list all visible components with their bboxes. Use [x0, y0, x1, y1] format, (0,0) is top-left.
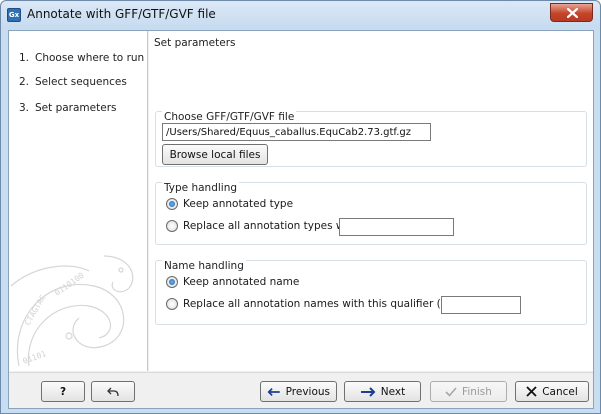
dialog-body: 1. Choose where to run 2. Select sequences… — [8, 30, 594, 409]
app-icon: Gx — [7, 8, 21, 22]
keep-type-radio[interactable] — [166, 198, 178, 210]
step-set-parameters: 3. Set parameters — [19, 102, 117, 114]
close-button[interactable] — [550, 3, 593, 22]
help-button[interactable]: ? — [41, 381, 85, 402]
reset-icon — [107, 387, 119, 396]
name-handling-group: Name handling Keep annotated name Replac… — [155, 260, 587, 325]
decorative-swirl-logo: 0110100 CTAGTAC 01101 — [10, 255, 134, 367]
replace-name-radio[interactable] — [166, 298, 178, 310]
svg-text:01101: 01101 — [22, 349, 48, 366]
close-icon — [567, 8, 578, 18]
file-group-legend: Choose GFF/GTF/GVF file — [162, 111, 297, 123]
reset-button[interactable] — [91, 381, 135, 402]
type-handling-legend: Type handling — [162, 182, 240, 194]
replace-type-input[interactable] — [339, 218, 454, 236]
svg-text:CTAGTAC: CTAGTAC — [23, 293, 48, 327]
type-handling-group: Type handling Keep annotated type Replac… — [155, 182, 587, 245]
checkmark-icon — [445, 386, 457, 397]
wizard-steps-panel: 1. Choose where to run 2. Select sequences… — [9, 31, 148, 371]
replace-annotation-types-option[interactable]: Replace all annotation types with: — [166, 220, 362, 232]
cancel-button[interactable]: Cancel — [515, 381, 589, 402]
finish-button[interactable]: Finish — [430, 381, 507, 402]
step-choose-where-to-run: 1. Choose where to run — [19, 52, 145, 64]
keep-annotated-name-option[interactable]: Keep annotated name — [166, 276, 299, 288]
replace-type-radio[interactable] — [166, 220, 178, 232]
parameters-panel: Set parameters Choose GFF/GTF/GVF file B… — [149, 31, 593, 371]
replace-name-qualifier-input[interactable] — [441, 296, 521, 314]
cancel-x-icon — [526, 386, 537, 397]
step-select-sequences: 2. Select sequences — [19, 76, 127, 88]
page-title: Set parameters — [154, 37, 236, 49]
keep-annotated-type-option[interactable]: Keep annotated type — [166, 198, 293, 210]
file-group: Choose GFF/GTF/GVF file Browse local fil… — [155, 111, 587, 167]
title-bar[interactable]: Gx Annotate with GFF/GTF/GVF file — [1, 1, 600, 29]
file-path-input[interactable] — [162, 123, 431, 141]
keep-name-radio[interactable] — [166, 276, 178, 288]
next-button[interactable]: Next — [344, 381, 421, 402]
arrow-left-icon — [267, 387, 280, 396]
window-title: Annotate with GFF/GTF/GVF file — [27, 7, 216, 21]
previous-button[interactable]: Previous — [260, 381, 337, 402]
name-handling-legend: Name handling — [162, 260, 246, 272]
arrow-right-icon — [360, 386, 376, 397]
dialog-footer: ? Previous Next Finish Cancel — [9, 372, 593, 408]
browse-local-files-button[interactable]: Browse local files — [162, 144, 268, 165]
dialog-window: Gx Annotate with GFF/GTF/GVF file 1. Choo… — [0, 0, 601, 414]
